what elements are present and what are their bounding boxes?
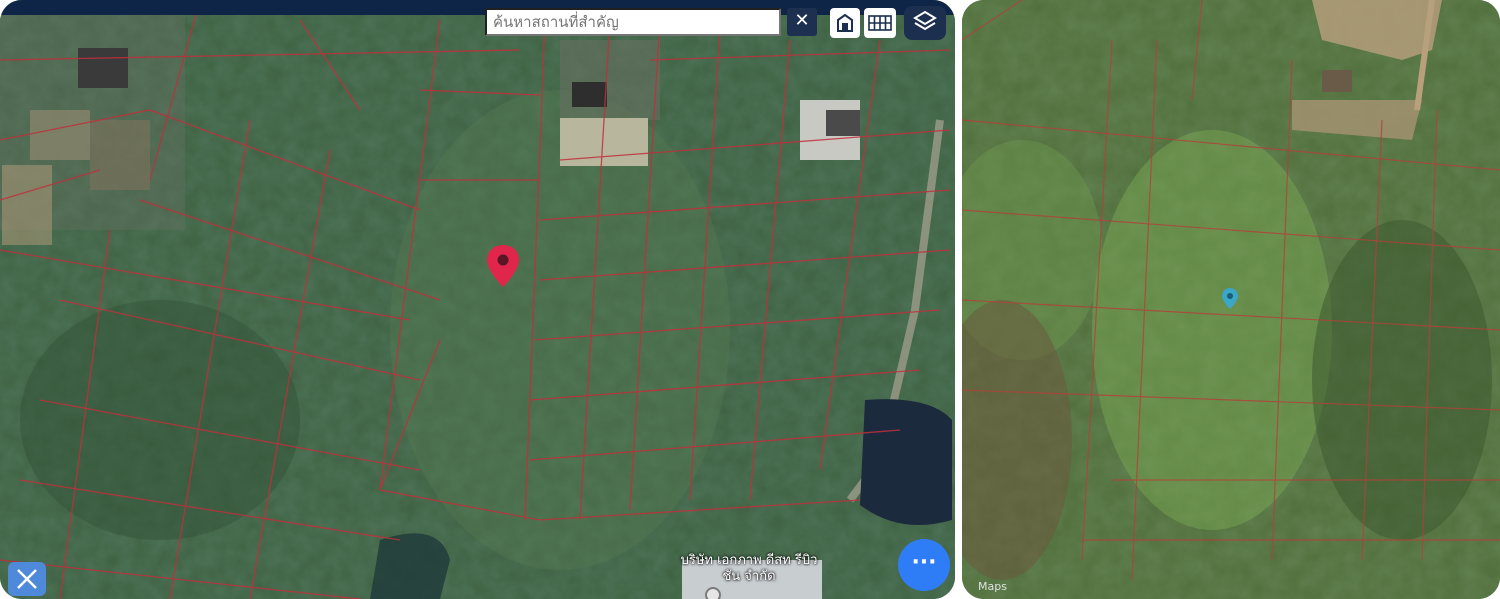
grid-button[interactable]	[864, 8, 896, 38]
layers-icon	[913, 10, 937, 31]
layers-button[interactable]	[904, 6, 946, 40]
left-map-panel[interactable]: ✕ บริษัท เอกภาพ ดีสท รีบิวชัน จำกัด	[0, 0, 955, 599]
search-input[interactable]	[485, 8, 781, 36]
company-label: บริษัท เอกภาพ ดีสท รีบิวชัน จำกัด	[680, 553, 818, 584]
measure-tool-button[interactable]	[8, 562, 46, 596]
place-icon	[837, 13, 853, 32]
clear-search-button[interactable]: ✕	[787, 8, 817, 36]
left-satellite-map[interactable]	[0, 0, 955, 599]
place-button[interactable]	[830, 8, 860, 38]
grid-icon	[868, 15, 892, 31]
poi-marker-icon[interactable]	[704, 586, 722, 599]
location-pin-icon[interactable]	[484, 243, 522, 289]
right-map-panel[interactable]: Maps	[962, 0, 1500, 599]
more-options-button[interactable]: ···	[898, 539, 950, 591]
maps-attribution: Maps	[978, 580, 1007, 593]
close-icon: ✕	[794, 10, 810, 31]
location-pin-icon[interactable]	[1221, 287, 1239, 311]
more-icon: ···	[911, 550, 937, 575]
measure-tool-icon	[17, 569, 37, 589]
